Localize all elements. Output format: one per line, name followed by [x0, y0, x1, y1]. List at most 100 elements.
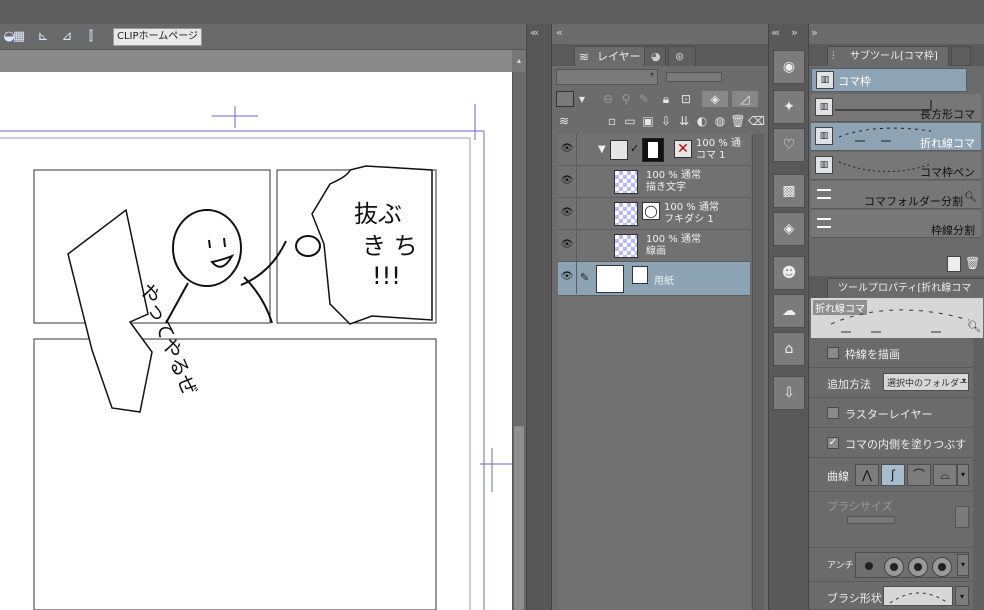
folder-people-icon[interactable]: ☻ [773, 256, 805, 290]
canvas-scroll-thumb[interactable] [514, 426, 524, 610]
blend-mode-dropdown[interactable]: ▾ [556, 69, 658, 85]
fill-inside-checkbox[interactable]: ✓ [827, 437, 839, 449]
ruler-show-icon[interactable]: ◿ [732, 91, 758, 107]
layer-row-balloon[interactable]: 👁︎ ◯ 100 % 通常 フキダシ 1 [558, 198, 750, 230]
clip-homepage-button[interactable]: CLIPホームページ [113, 28, 203, 46]
clip-icon[interactable]: ⊖ [600, 91, 616, 107]
eye-icon[interactable]: 👁︎ [560, 175, 574, 189]
folder-open-icon[interactable]: ⌂ [773, 332, 805, 366]
dropdown-arrow-icon[interactable]: ▾ [574, 91, 590, 107]
palette-icon-dock: «‹ » ◉ ✦ ♡ ▩ ◈ ☻ ☁ ⌂ ⇩ [768, 24, 808, 610]
grid-icon[interactable]: ▦ [10, 28, 28, 46]
dropdown-arrow-icon[interactable]: ▾ [955, 586, 969, 606]
subtool-group-button[interactable]: ▥ コマ枠 [811, 68, 967, 92]
frame-tool-icon: ▥ [815, 127, 833, 145]
subtool-item[interactable]: ▥ 長方形コマ [811, 94, 981, 122]
tab-subtool[interactable]: ⫶ サブツール[コマ枠] [827, 46, 949, 66]
draw-border-checkbox[interactable] [827, 347, 839, 359]
brush-shape-preview[interactable] [883, 586, 953, 606]
new-raster-layer-icon[interactable]: ▫ [604, 113, 620, 129]
curve-straight-icon[interactable]: ⋀ [855, 464, 879, 486]
brush-size-slider[interactable] [847, 516, 895, 524]
magnifier-icon[interactable]: 🔍︎ [967, 320, 981, 333]
trash-icon[interactable]: 🗑︎ [730, 113, 746, 129]
dropdown-arrow-icon[interactable]: ▾ [957, 554, 969, 576]
subtool-item[interactable]: 枠線分割 [811, 210, 981, 238]
antialias-weak-icon[interactable] [884, 557, 904, 577]
collapse-arrows-icon[interactable]: » [811, 26, 818, 39]
collapse-arrows-icon[interactable]: «‹ [530, 26, 539, 39]
antialias-mid-icon[interactable] [908, 557, 928, 577]
mask-enable-icon[interactable]: ◈ [702, 91, 728, 107]
tab-layers[interactable]: ≋ レイヤー [574, 46, 648, 66]
new-subtool-icon[interactable] [947, 256, 961, 272]
ruler-edge-icon[interactable]: ⊿ [58, 28, 76, 46]
scroll-up-arrow-icon[interactable]: ▴ [512, 50, 526, 72]
collapse-arrows-icon[interactable]: «‹ [771, 26, 780, 39]
collapse-arrows-icon[interactable]: » [791, 26, 798, 39]
antialias-none-icon[interactable] [860, 557, 880, 577]
eye-icon[interactable]: 👁︎ [560, 143, 574, 157]
opacity-slider[interactable] [666, 72, 722, 82]
curve-spline-icon[interactable]: ʃ [881, 464, 905, 486]
eye-icon[interactable]: 👁︎ [560, 271, 574, 285]
curve-quadratic-icon[interactable]: ⌒ [907, 464, 931, 486]
tool-property-scrollbar[interactable] [973, 338, 984, 610]
layer-list-scrollbar[interactable] [752, 134, 764, 610]
folder-pattern-icon[interactable]: ▩ [773, 174, 805, 208]
tab-material[interactable]: ⊛ [668, 46, 696, 66]
canvas-area[interactable]: やってやるぜ 抜ぶき ち!!! ▴ [0, 50, 526, 610]
trash-icon[interactable]: 🗑︎ [965, 256, 980, 272]
prop-draw-border: 枠線を描画 [809, 338, 984, 368]
raster-layer-checkbox[interactable] [827, 407, 839, 419]
eye-icon[interactable]: 👁︎ [560, 239, 574, 253]
reference-icon[interactable]: ⚲ [618, 91, 634, 107]
ruler-icon[interactable]: ⊾ [34, 28, 52, 46]
dropdown-arrow-icon[interactable]: ▾ [957, 464, 969, 486]
draft-icon[interactable]: ✎ [636, 91, 652, 107]
layer-row-raster[interactable]: 👁︎ 100 % 通常 線画 [558, 230, 750, 262]
add-method-dropdown[interactable]: 選択中のフォルダー ▾ [883, 373, 969, 391]
prop-antialias: アンチ ▾ [809, 548, 984, 582]
dropdown-arrow-icon: ▾ [649, 70, 654, 79]
new-vector-layer-icon[interactable]: ▭ [622, 113, 638, 129]
folder-record-icon[interactable]: ◉ [773, 50, 805, 84]
lock-icon[interactable]: 🔒︎ [658, 91, 674, 107]
panel-frame-3[interactable] [33, 338, 437, 610]
collapse-arrows-icon[interactable]: « [556, 26, 563, 39]
combine-down-icon[interactable]: ⇊ [676, 113, 692, 129]
layer-row-paper[interactable]: 👁︎ ✎ 用紙 [558, 262, 750, 296]
tab-secondary[interactable] [951, 46, 971, 66]
brush-size-button[interactable] [955, 506, 969, 528]
delete-layer-icon[interactable]: ⌫ [748, 113, 765, 129]
folder-heart-icon[interactable]: ♡ [773, 128, 805, 162]
antialias-selector[interactable] [855, 552, 969, 578]
folder-sparkle-icon[interactable]: ✦ [773, 90, 805, 124]
subtool-icon: ⫶ [832, 51, 835, 62]
folder-stack-icon[interactable]: ◈ [773, 212, 805, 246]
subtool-item[interactable]: ▥ 折れ線コマ [811, 123, 981, 151]
folder-expand-icon[interactable]: ▼ [598, 144, 606, 155]
curve-cubic-icon[interactable]: ⌓ [933, 464, 957, 486]
column-divider [576, 166, 577, 198]
eye-icon[interactable]: 👁︎ [560, 207, 574, 221]
transfer-down-icon[interactable]: ⇩ [658, 113, 674, 129]
tab-tool-property[interactable]: ツールプロパティ[折れ線コマ [827, 278, 984, 298]
magnifier-icon[interactable]: 🔍︎ [964, 192, 977, 203]
layer-row-raster[interactable]: 👁︎ 100 % 通常 描き文字 [558, 166, 750, 198]
manga-page[interactable]: やってやるぜ 抜ぶき ち!!! [0, 72, 512, 610]
layer-color-icon[interactable] [556, 91, 574, 107]
tab-navigator[interactable]: ◕ [644, 46, 666, 66]
new-folder-icon[interactable]: ▣ [640, 113, 656, 129]
layer-row-frame-folder[interactable]: 👁︎ ▼ ✓ ✕ 100 % 通 コマ 1 [558, 134, 750, 166]
lock-alpha-icon[interactable]: ⊡ [678, 91, 694, 107]
folder-download-icon[interactable]: ⇩ [773, 376, 805, 410]
subtool-item[interactable]: ▥ コマ枠ペン [811, 152, 981, 180]
subtool-item[interactable]: コマフォルダー分割 🔍︎ [811, 181, 981, 209]
apply-mask-icon[interactable]: ◍ [712, 113, 728, 129]
antialias-strong-icon[interactable] [932, 557, 952, 577]
mask-icon[interactable]: ◐ [694, 113, 710, 129]
layer-property-icon[interactable]: ≋ [556, 113, 572, 129]
folder-sheep-icon[interactable]: ☁ [773, 294, 805, 328]
special-ruler-icon[interactable]: ⫿ [82, 28, 100, 46]
